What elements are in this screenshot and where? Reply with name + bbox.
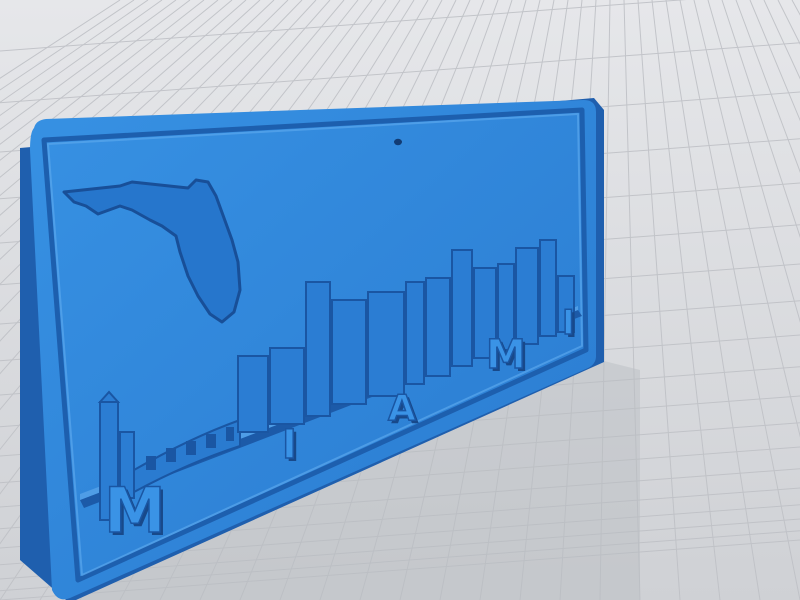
letter-face: I <box>562 303 575 343</box>
plate-letter-i-5: II <box>561 302 577 346</box>
render-viewport: MMIIAAMMII <box>0 0 800 600</box>
tower <box>305 281 331 417</box>
tower <box>539 239 557 337</box>
mounting-hole <box>394 138 402 146</box>
arch-window <box>166 448 176 462</box>
building <box>367 291 405 397</box>
plate-letter-i-2: II <box>281 421 300 471</box>
building <box>269 347 305 425</box>
arch-window <box>186 441 196 455</box>
letter-face: I <box>282 422 297 468</box>
tower <box>451 249 473 367</box>
building <box>405 281 425 385</box>
letter-face: A <box>388 388 416 429</box>
arch-window <box>226 427 234 441</box>
building <box>237 355 269 433</box>
arch-window <box>146 456 156 470</box>
arch-window <box>206 434 216 448</box>
building <box>425 277 451 377</box>
plate-letter-a-3: AA <box>387 387 419 432</box>
letter-face: M <box>104 474 166 547</box>
render-scene: MMIIAAMMII <box>0 0 800 600</box>
plate-letter-m-4: MM <box>485 331 529 381</box>
tower <box>515 247 539 345</box>
plate-letter-m-1: MM <box>103 473 168 550</box>
building <box>331 299 367 405</box>
letter-face: M <box>486 332 526 378</box>
